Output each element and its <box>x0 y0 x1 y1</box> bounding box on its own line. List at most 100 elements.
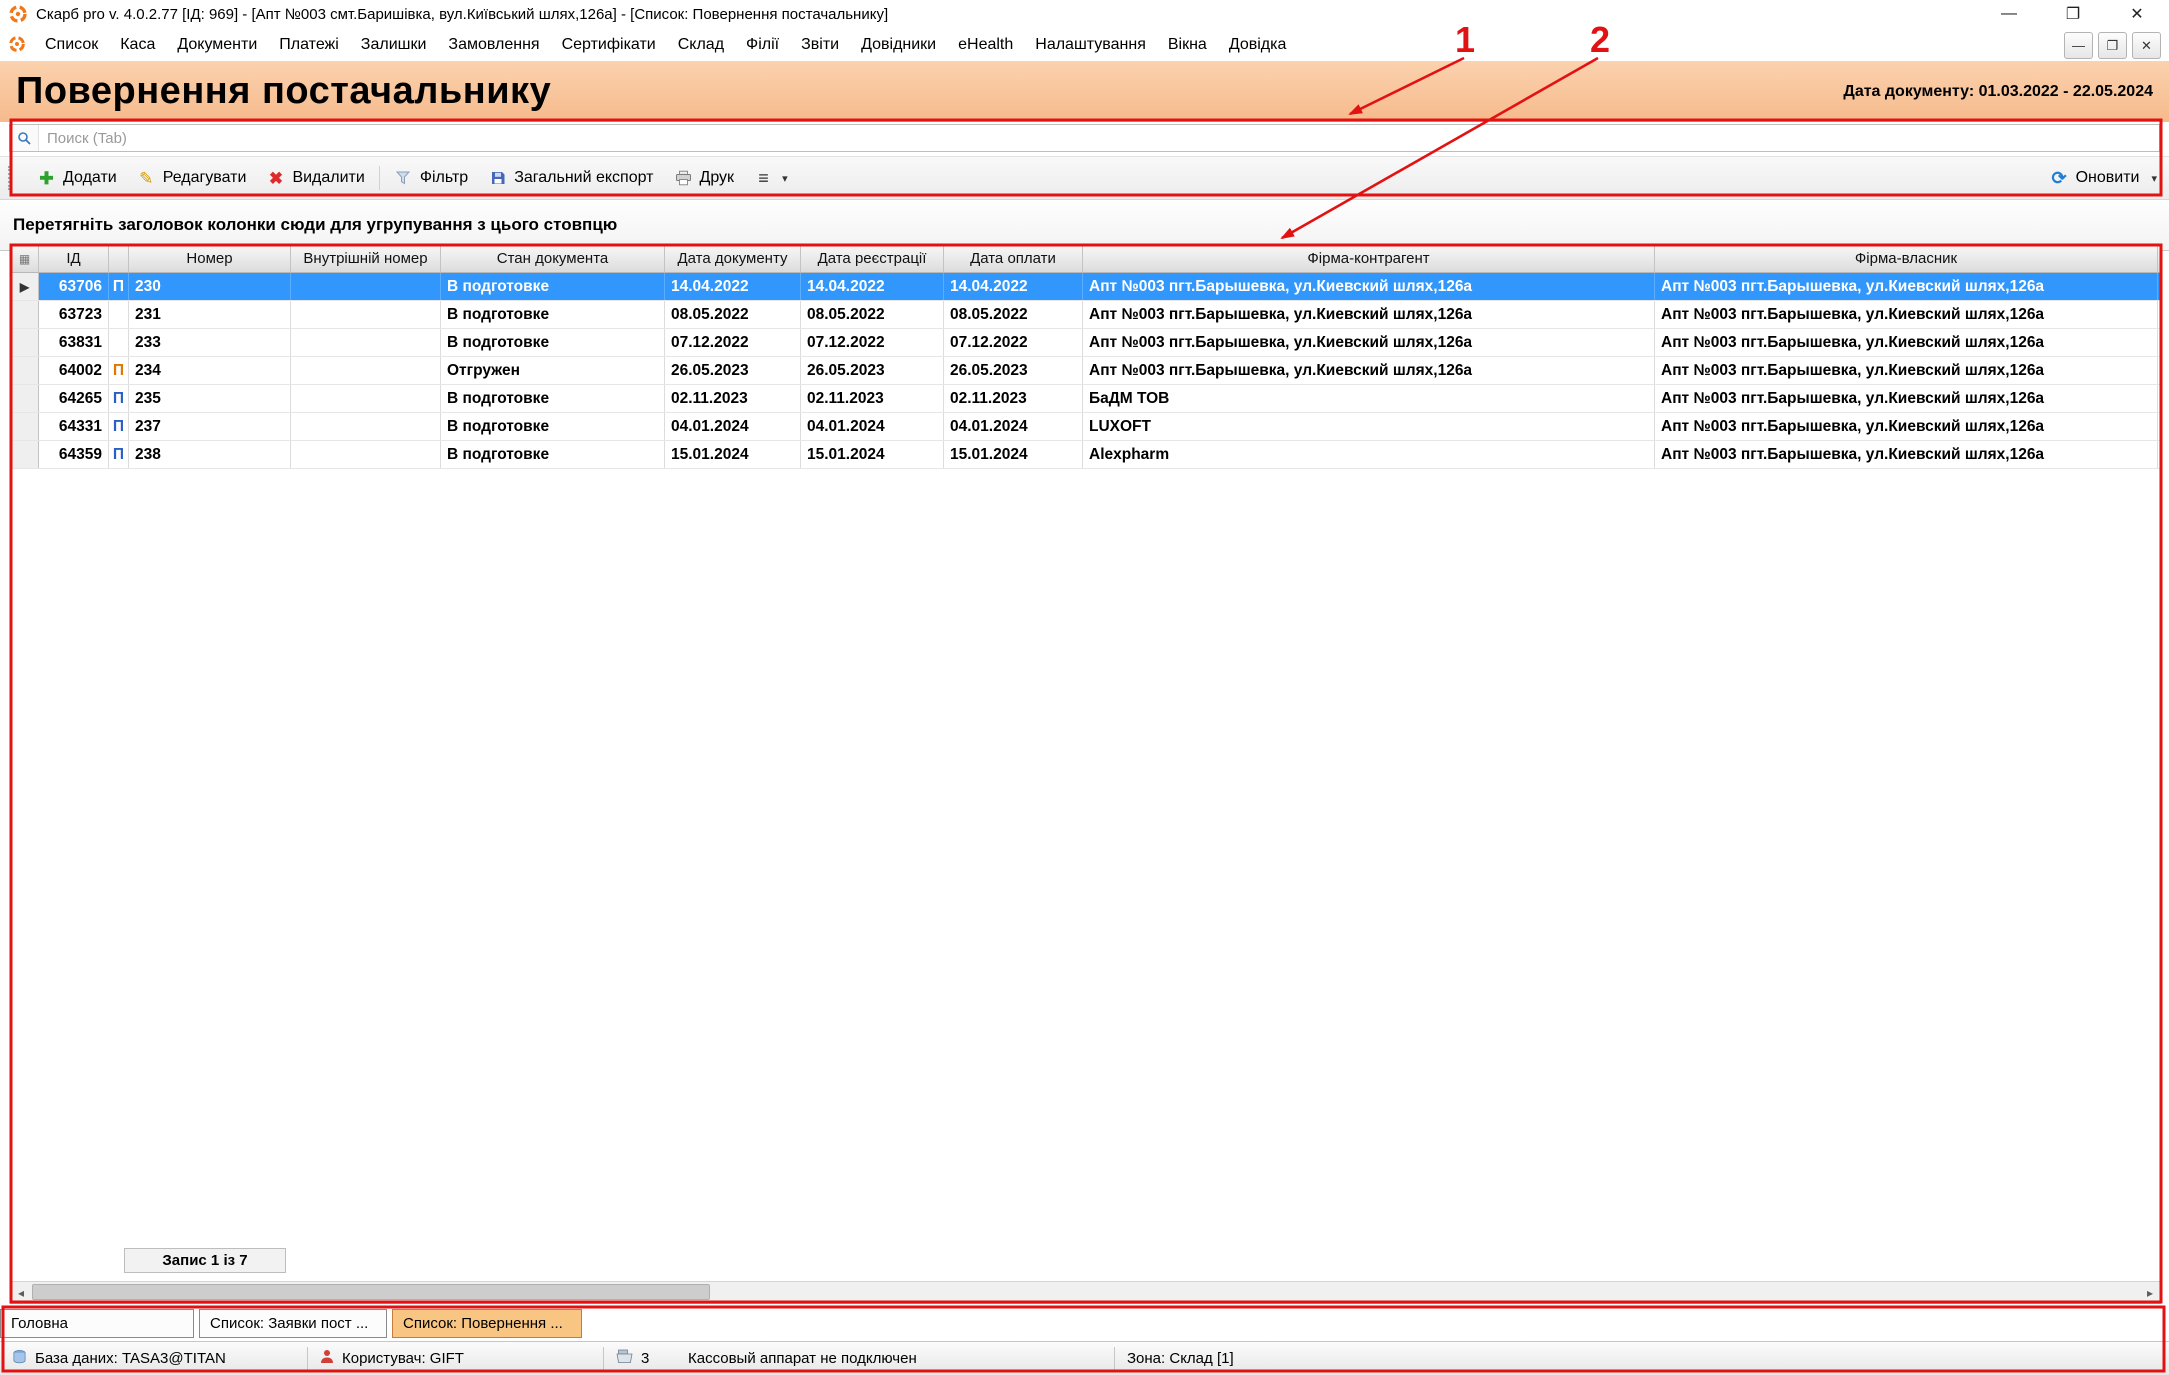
mdi-minimize-button[interactable]: — <box>2064 32 2093 59</box>
column-header-pay_date[interactable]: Дата оплати <box>944 245 1083 272</box>
cell-reg_date: 07.12.2022 <box>801 329 944 356</box>
cell-number: 230 <box>129 273 291 300</box>
title-bar: Скарб pro v. 4.0.2.77 [ІД: 969] - [Апт №… <box>0 0 2169 28</box>
column-header-status[interactable]: Стан документа <box>441 245 665 272</box>
cell-id: 64331 <box>39 413 109 440</box>
table-row[interactable]: 63723231В подготовке08.05.202208.05.2022… <box>11 301 2160 329</box>
toolbar-overflow-icon[interactable]: ▾ <box>2151 172 2157 185</box>
table-row[interactable]: 63831233В подготовке07.12.202207.12.2022… <box>11 329 2160 357</box>
database-label: База даних: TASA3@TITAN <box>35 1350 226 1367</box>
cell-reg_date: 04.01.2024 <box>801 413 944 440</box>
menu-item-kasa[interactable]: Каса <box>109 31 166 59</box>
menu-item-zvity[interactable]: Звіти <box>790 31 850 59</box>
cell-contractor: Апт №003 пгт.Барышевка, ул.Киевский шлях… <box>1083 301 1655 328</box>
scroll-left-button[interactable]: ◂ <box>11 1283 31 1302</box>
grid-body: ▶63706П230В подготовке14.04.202214.04.20… <box>11 273 2160 469</box>
scroll-right-button[interactable]: ▸ <box>2140 1283 2160 1302</box>
cell-pay_date: 07.12.2022 <box>944 329 1083 356</box>
tab-spysok-zayavky-post[interactable]: Список: Заявки пост ... <box>199 1309 387 1338</box>
list-options-button[interactable]: ≡ ▾ <box>744 163 798 194</box>
search-input[interactable] <box>39 130 2159 147</box>
cell-status: В подготовке <box>441 441 665 468</box>
cell-internal <box>291 385 441 412</box>
cell-pay_date: 02.11.2023 <box>944 385 1083 412</box>
column-header-p[interactable] <box>109 245 129 272</box>
menu-item-sertyfikaty[interactable]: Сертифікати <box>551 31 667 59</box>
menu-item-sklad[interactable]: Склад <box>667 31 735 59</box>
menu-item-zalyshky[interactable]: Залишки <box>350 31 438 59</box>
menu-item-zamovlennya[interactable]: Замовлення <box>437 31 550 59</box>
delete-button[interactable]: ✖ Видалити <box>256 163 374 194</box>
mdi-close-button[interactable]: ✕ <box>2132 32 2161 59</box>
menu-items: СписокКасаДокументиПлатежіЗалишкиЗамовле… <box>34 31 1297 59</box>
menu-logo-icon[interactable] <box>8 35 28 55</box>
add-label: Додати <box>63 169 117 187</box>
minimize-button[interactable]: — <box>1977 0 2041 28</box>
edit-label: Редагувати <box>163 169 247 187</box>
menu-item-dovidnyky[interactable]: Довідники <box>850 31 947 59</box>
tab-holovna[interactable]: Головна <box>0 1309 194 1338</box>
export-button[interactable]: Загальний експорт <box>478 163 663 194</box>
mdi-restore-button[interactable]: ❐ <box>2098 32 2127 59</box>
refresh-button[interactable]: ⟳ Оновити <box>2040 163 2150 194</box>
print-label: Друк <box>700 169 735 187</box>
window-controls: — ❐ ✕ <box>1977 0 2169 28</box>
cell-p: П <box>109 273 129 300</box>
cell-owner: Апт №003 пгт.Барышевка, ул.Киевский шлях… <box>1655 413 2158 440</box>
statusbar-cash-message: Кассовый аппарат не подключен <box>676 1342 1114 1375</box>
tab-bar: ГоловнаСписок: Заявки пост ...Список: По… <box>0 1309 2169 1340</box>
menu-item-spysok[interactable]: Список <box>34 31 109 59</box>
toolbar-drag-handle[interactable] <box>8 166 17 190</box>
column-header-owner[interactable]: Фірма-власник <box>1655 245 2158 272</box>
pencil-icon: ✎ <box>137 169 156 188</box>
search-box[interactable] <box>9 124 2160 152</box>
cell-pay_date: 08.05.2022 <box>944 301 1083 328</box>
column-header-internal[interactable]: Внутрішній номер <box>291 245 441 272</box>
session-count: 3 <box>641 1350 649 1367</box>
row-indicator <box>11 385 39 412</box>
scrollbar-thumb[interactable] <box>32 1284 710 1300</box>
edit-button[interactable]: ✎ Редагувати <box>127 163 257 194</box>
row-indicator <box>11 301 39 328</box>
printer-icon <box>674 169 693 188</box>
column-header-id[interactable]: ІД <box>39 245 109 272</box>
cell-number: 235 <box>129 385 291 412</box>
cell-id: 64265 <box>39 385 109 412</box>
table-row[interactable]: 64265П235В подготовке02.11.202302.11.202… <box>11 385 2160 413</box>
column-header-number[interactable]: Номер <box>129 245 291 272</box>
cell-reg_date: 08.05.2022 <box>801 301 944 328</box>
table-row[interactable]: 64331П237В подготовке04.01.202404.01.202… <box>11 413 2160 441</box>
menu-item-dovidka[interactable]: Довідка <box>1218 31 1298 59</box>
table-row[interactable]: 64359П238В подготовке15.01.202415.01.202… <box>11 441 2160 469</box>
row-indicator <box>11 441 39 468</box>
print-button[interactable]: Друк <box>664 163 745 194</box>
statusbar-session: 3 <box>604 1342 676 1375</box>
menu-item-ehealth[interactable]: eHealth <box>947 31 1024 59</box>
filter-button[interactable]: Фільтр <box>384 163 478 194</box>
menu-item-dokumenty[interactable]: Документи <box>166 31 268 59</box>
cell-number: 231 <box>129 301 291 328</box>
search-row <box>0 122 2169 156</box>
tab-spysok-povernennya[interactable]: Список: Повернення ... <box>392 1309 582 1338</box>
cell-doc_date: 07.12.2022 <box>665 329 801 356</box>
menu-item-vikna[interactable]: Вікна <box>1157 31 1218 59</box>
menu-item-platezhi[interactable]: Платежі <box>268 31 350 59</box>
menu-item-filii[interactable]: Філії <box>735 31 790 59</box>
close-button[interactable]: ✕ <box>2105 0 2169 28</box>
table-row[interactable]: 64002П234Отгружен26.05.202326.05.202326.… <box>11 357 2160 385</box>
menu-item-nalashtuvannya[interactable]: Налаштування <box>1024 31 1157 59</box>
add-button[interactable]: ✚ Додати <box>27 163 127 194</box>
column-header-doc_date[interactable]: Дата документу <box>665 245 801 272</box>
cell-p <box>109 301 129 328</box>
cell-internal <box>291 357 441 384</box>
cell-owner: Апт №003 пгт.Барышевка, ул.Киевский шлях… <box>1655 301 2158 328</box>
horizontal-scrollbar[interactable]: ◂ ▸ <box>11 1281 2160 1303</box>
table-row[interactable]: ▶63706П230В подготовке14.04.202214.04.20… <box>11 273 2160 301</box>
column-header-contractor[interactable]: Фірма-контрагент <box>1083 245 1655 272</box>
cell-id: 64359 <box>39 441 109 468</box>
cell-p: П <box>109 413 129 440</box>
cell-internal <box>291 273 441 300</box>
maximize-button[interactable]: ❐ <box>2041 0 2105 28</box>
cell-status: Отгружен <box>441 357 665 384</box>
column-header-reg_date[interactable]: Дата реєстрації <box>801 245 944 272</box>
